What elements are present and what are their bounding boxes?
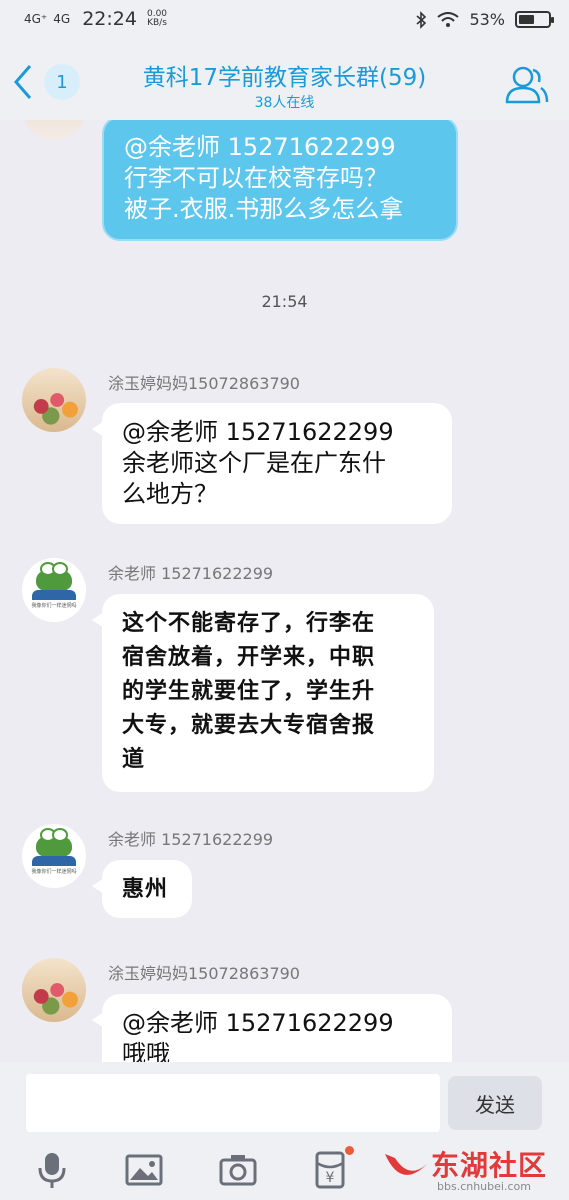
network-indicator-1: 4G⁺ — [24, 12, 48, 26]
notification-dot — [345, 1146, 354, 1155]
camera-icon[interactable] — [218, 1150, 258, 1190]
frog-image — [36, 828, 72, 858]
chat-header: 1 黄科17学前教育家长群(59) 38人在线 — [0, 44, 569, 120]
message-line: 么地方？ — [122, 480, 218, 508]
red-packet-button[interactable]: ¥ — [310, 1146, 354, 1190]
avatar-caption: 我像你们一样迷惘吗 — [31, 869, 77, 875]
avatar[interactable] — [22, 368, 86, 432]
timestamp: 21:54 — [261, 292, 308, 311]
message-bubble[interactable]: @余老师 15271622299 行李不可以在校寄存吗？ 被子.衣服.书那么多怎… — [102, 120, 458, 241]
clock: 22:24 — [82, 8, 137, 30]
message-line: @余老师 15271622299 — [122, 418, 394, 446]
frog-shirt — [32, 590, 76, 600]
frog-shirt — [32, 856, 76, 866]
frog-image — [36, 562, 72, 592]
message-list[interactable]: @余老师 15271622299 行李不可以在校寄存吗？ 被子.衣服.书那么多怎… — [0, 120, 569, 1062]
sender-name: 余老师 15271622299 — [108, 564, 274, 583]
network-speed: 0.00 KB/s — [147, 10, 167, 28]
avatar[interactable]: 我像你们一样迷惘吗 — [22, 824, 86, 888]
watermark: 东湖社区 bbs.cnhubei.com — [381, 1140, 561, 1198]
sender-name: 余老师 15271622299 — [108, 830, 274, 849]
watermark-url: bbs.cnhubei.com — [437, 1180, 531, 1193]
message-bubble[interactable]: 这个不能寄存了，行李在 宿舍放着，开学来，中职 的学生就要住了，学生升 大专，就… — [92, 594, 434, 792]
message-line: 这个不能寄存了，行李在 — [122, 610, 376, 636]
message-line: 大专，就要去大专宿舍报 — [122, 712, 376, 738]
bluetooth-icon — [416, 10, 427, 29]
message-bubble[interactable]: @余老师 15271622299 余老师这个厂是在广东什 么地方？ — [92, 403, 452, 524]
watermark-logo-icon — [385, 1154, 427, 1175]
online-count: 38人在线 — [254, 95, 315, 111]
avatar-caption: 我像你们一样迷惘吗 — [31, 603, 77, 609]
message-line: @余老师 15271622299 — [124, 133, 396, 161]
battery-fill — [519, 15, 534, 24]
send-button[interactable]: 发送 — [448, 1076, 542, 1130]
red-packet-icon: ¥ — [315, 1151, 345, 1189]
message-input[interactable] — [26, 1074, 440, 1132]
battery-percent: 53% — [469, 10, 505, 29]
status-bar: 4G⁺ 4G 22:24 0.00 KB/s 53% — [0, 0, 569, 44]
message-line: 惠州 — [122, 876, 169, 902]
message-line: 余老师这个厂是在广东什 — [122, 449, 386, 477]
message-line: 宿舍放着，开学来，中职 — [122, 644, 376, 670]
message-line: 的学生就要住了，学生升 — [122, 678, 376, 704]
group-members-icon[interactable] — [503, 62, 549, 108]
network-speed-unit: KB/s — [147, 18, 167, 28]
avatar[interactable] — [22, 120, 86, 140]
group-title: 黄科17学前教育家长群(59) — [142, 65, 427, 91]
message-bubble[interactable]: @余老师 15271622299 哦哦 — [92, 994, 452, 1062]
message-line: 行李不可以在校寄存吗？ — [124, 164, 388, 192]
avatar[interactable] — [22, 958, 86, 1022]
avatar[interactable]: 我像你们一样迷惘吗 — [22, 558, 86, 622]
message-line: 哦哦 — [122, 1040, 170, 1062]
input-bar: 发送 — [0, 1062, 569, 1138]
microphone-icon[interactable] — [32, 1150, 72, 1190]
message-line: 道 — [122, 746, 146, 772]
sender-name: 涂玉婷妈妈15072863790 — [108, 374, 300, 393]
message-line: 被子.衣服.书那么多怎么拿 — [124, 195, 404, 223]
wifi-icon — [437, 11, 460, 27]
message-bubble[interactable]: 惠州 — [92, 860, 192, 918]
image-icon[interactable] — [124, 1150, 164, 1190]
message-line: @余老师 15271622299 — [122, 1009, 394, 1037]
svg-text:¥: ¥ — [326, 1170, 335, 1186]
sender-name: 涂玉婷妈妈15072863790 — [108, 964, 300, 983]
watermark-text: 东湖社区 — [431, 1149, 548, 1182]
battery-icon — [515, 11, 554, 28]
network-indicator-2: 4G — [53, 12, 71, 26]
